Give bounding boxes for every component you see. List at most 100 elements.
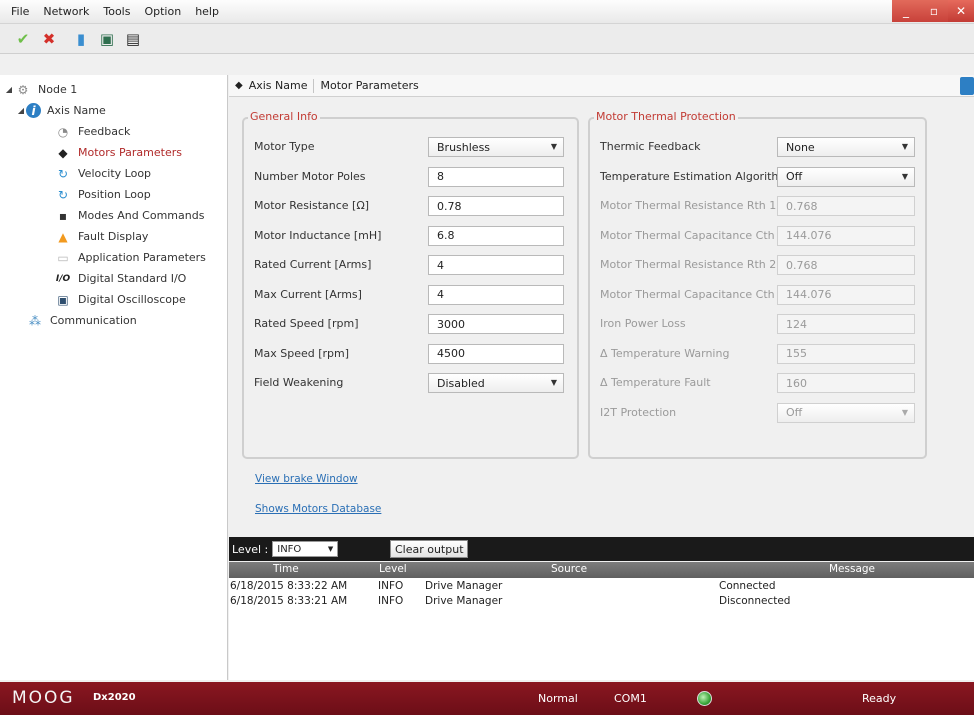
text-field: 0.768 <box>777 196 915 216</box>
connection-status-icon <box>697 691 712 706</box>
log-row[interactable]: 6/18/2015 8:33:22 AM INFO Drive Manager Con… <box>229 580 974 595</box>
dropdown-field[interactable]: Disabled ▼ <box>428 373 564 393</box>
tree-item[interactable]: ▪ Modes And Commands <box>0 205 227 226</box>
tree-item-label: Digital Standard I/O <box>78 272 187 285</box>
chevron-down-icon: ▼ <box>550 142 557 151</box>
tree-item[interactable]: ◢ ⚙ Node 1 <box>0 79 227 100</box>
dropdown-field[interactable]: Off ▼ <box>777 166 915 187</box>
tree-item[interactable]: ◢ i Axis Name <box>0 100 227 121</box>
info-icon: i <box>26 103 41 118</box>
field-label: Max Current [Arms] <box>254 287 362 301</box>
log-message: Disconnected <box>719 595 791 607</box>
loop-icon: ↻ <box>57 166 69 181</box>
field-value: 144.076 <box>786 229 832 242</box>
tree-item[interactable]: I/O Digital Standard I/O <box>0 268 227 289</box>
field-label: Field Weakening <box>254 376 344 389</box>
log-row[interactable]: 6/18/2015 8:33:21 AM INFO Drive Manager Dis… <box>229 595 974 610</box>
log-message: Connected <box>719 580 776 592</box>
field-value: 124 <box>786 317 807 331</box>
column-source[interactable]: Source <box>551 563 587 575</box>
level-select[interactable]: INFO ▼ <box>272 541 339 557</box>
menu-file[interactable]: File <box>4 5 36 18</box>
text-field[interactable]: 0.78 <box>428 196 564 216</box>
menu-tools[interactable]: Tools <box>96 5 137 18</box>
tree-item-label: Digital Oscilloscope <box>78 293 186 306</box>
expand-arrow-icon[interactable]: ◢ <box>16 106 26 115</box>
tree-item[interactable]: ▣ Digital Oscilloscope <box>0 289 227 310</box>
field-value: 6.8 <box>437 229 455 242</box>
log-level: INFO <box>378 580 404 592</box>
tree-item[interactable]: ▭ Application Parameters <box>0 247 227 268</box>
tree-item-label: Node 1 <box>38 83 78 96</box>
expand-arrow-icon[interactable]: ◢ <box>4 85 14 94</box>
refresh-icon[interactable] <box>960 77 974 95</box>
field-label: Δ Temperature Warning <box>600 346 730 360</box>
motors-database-link[interactable]: Shows Motors Database <box>255 503 381 515</box>
field-label: Motor Inductance [mH] <box>254 228 382 242</box>
column-message[interactable]: Message <box>829 563 875 575</box>
field-label: Max Speed [rpm] <box>254 346 350 360</box>
download-icon[interactable]: ▮ <box>72 30 90 48</box>
clear-output-button[interactable]: Clear output <box>390 540 469 558</box>
motor-icon: ◆ <box>58 145 68 160</box>
chevron-down-icon: ▼ <box>550 378 557 387</box>
tree-item-label: Modes And Commands <box>78 209 205 222</box>
text-field: 0.768 <box>777 255 915 275</box>
text-field[interactable]: 4 <box>428 284 564 305</box>
text-field: 124 <box>777 314 915 334</box>
field-value: 4 <box>437 258 444 272</box>
text-field[interactable]: 4500 <box>428 343 564 364</box>
menu-help[interactable]: help <box>188 5 226 18</box>
field-label: Thermic Feedback <box>600 140 701 153</box>
field-label: Iron Power Loss <box>600 317 686 330</box>
io-icon: I/O <box>55 273 71 284</box>
field-label: Motor Thermal Capacitance Cth 2 <box>600 287 786 301</box>
maximize-button[interactable]: ▫ <box>920 0 948 22</box>
tree-item[interactable]: ◆ Motors Parameters <box>0 142 227 163</box>
field-value: Disabled <box>437 376 485 390</box>
menu-network[interactable]: Network <box>36 5 96 18</box>
waveform-icon[interactable]: ▣ <box>98 30 116 48</box>
column-time[interactable]: Time <box>273 563 299 575</box>
product-name: Dx2020 <box>93 692 136 703</box>
screen-icon[interactable]: ▤ <box>124 30 142 48</box>
text-field[interactable]: 3000 <box>428 314 564 334</box>
tree-item-label: Velocity Loop <box>78 167 152 180</box>
breadcrumb-root[interactable]: Axis Name <box>249 79 308 92</box>
dropdown-field[interactable]: None ▼ <box>777 137 915 157</box>
text-field: 144.076 <box>777 225 915 246</box>
text-field[interactable]: 4 <box>428 255 564 275</box>
tree-item-label: Axis Name <box>47 104 106 117</box>
dropdown-field[interactable]: Brushless ▼ <box>428 137 564 157</box>
close-window-button[interactable]: ✕ <box>948 0 974 22</box>
level-value: INFO <box>277 543 302 555</box>
tree-item[interactable]: ◔ Feedback <box>0 121 227 142</box>
tree-item[interactable]: ↻ Position Loop <box>0 184 227 205</box>
feedback-icon: ◔ <box>57 124 69 139</box>
text-field[interactable]: 8 <box>428 166 564 187</box>
tree-item[interactable]: ▲ Fault Display <box>0 226 227 247</box>
text-field: 155 <box>777 343 915 364</box>
menu-option[interactable]: Option <box>137 5 188 18</box>
text-field: 144.076 <box>777 284 915 305</box>
general-info-title: General Info <box>248 110 320 123</box>
field-label: Motor Thermal Capacitance Cth 1 <box>600 228 786 242</box>
brand-logo: MOOG <box>12 688 75 708</box>
chevron-down-icon: ▼ <box>901 142 908 151</box>
tree-item-label: Application Parameters <box>78 251 206 264</box>
field-label: Rated Current [Arms] <box>254 258 372 271</box>
log-table: 6/18/2015 8:33:22 AM INFO Drive Manager Con… <box>229 578 974 680</box>
text-field[interactable]: 6.8 <box>428 225 564 246</box>
oscilloscope-icon: ▣ <box>57 292 69 307</box>
minimize-button[interactable]: _ <box>892 0 920 22</box>
view-brake-window-link[interactable]: View brake Window <box>255 473 358 485</box>
field-label: Δ Temperature Fault <box>600 376 711 389</box>
close-icon[interactable]: ✖ <box>40 30 58 48</box>
status-mode: Normal <box>538 692 578 705</box>
column-level[interactable]: Level <box>379 563 407 575</box>
check-icon[interactable]: ✔ <box>14 30 32 48</box>
menu-bar: File Network Tools Option help _ ▫ ✕ <box>0 0 974 24</box>
tree-item[interactable]: ↻ Velocity Loop <box>0 163 227 184</box>
tree-item[interactable]: ⁂ Communication <box>0 310 227 331</box>
text-field: 160 <box>777 373 915 393</box>
